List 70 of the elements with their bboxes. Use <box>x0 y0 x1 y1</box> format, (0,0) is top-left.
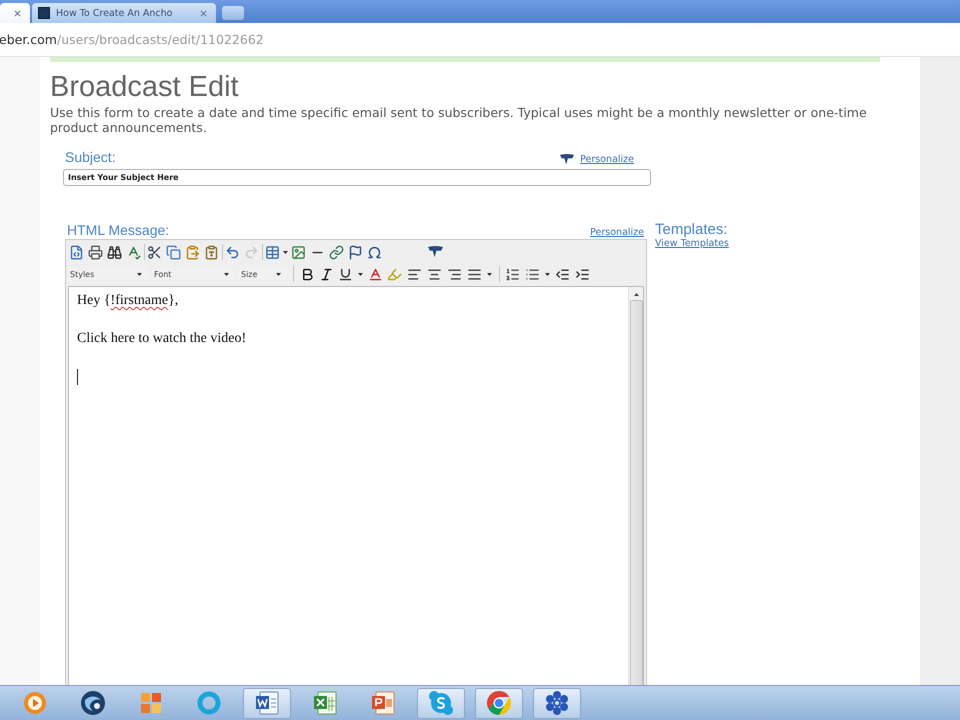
wedge-icon <box>428 246 443 258</box>
caret-icon <box>487 272 492 276</box>
subject-field[interactable]: Insert Your Subject Here <box>63 169 651 186</box>
clipboard-icon[interactable] <box>204 244 219 260</box>
message-text: Hey {!firstname}, <box>77 293 178 309</box>
text-cursor <box>77 369 78 385</box>
spellcheck-icon[interactable] <box>126 244 141 260</box>
taskbar-button[interactable] <box>417 688 465 718</box>
code-file-icon[interactable] <box>69 244 84 260</box>
swirl-icon[interactable] <box>80 690 106 716</box>
printer-icon[interactable] <box>88 244 103 260</box>
caret-icon <box>545 272 550 276</box>
document-icon <box>255 691 279 715</box>
caret-icon <box>283 250 288 254</box>
bulleted-list-icon[interactable] <box>525 266 540 282</box>
image-icon[interactable] <box>291 244 306 260</box>
scrollbar[interactable] <box>628 287 643 685</box>
spreadsheet-icon[interactable] <box>313 691 337 715</box>
close-icon[interactable] <box>13 8 22 18</box>
subject-label: Subject: <box>64 149 116 165</box>
address-field[interactable]: eber.com/users/broadcasts/edit/11022662 <box>0 32 264 47</box>
templates-label: Templates: <box>655 222 728 238</box>
scroll-thumb[interactable] <box>630 300 642 685</box>
indent-icon[interactable] <box>575 266 590 282</box>
wedge-icon <box>560 154 574 165</box>
caret-icon <box>224 272 229 276</box>
message-editor[interactable]: Hey {!firstname}, Click here to watch the video! <box>68 286 644 685</box>
page-description: Use this form to create a date and time specific email sent to subscribers. Typical uses might be a monthly newsletter or one-time product announcements. <box>50 105 868 135</box>
flag-icon[interactable] <box>348 244 363 260</box>
browser-tab[interactable]: How To Create An Ancho <box>32 3 216 23</box>
personalize-link[interactable]: Personalize <box>590 227 644 238</box>
caret-up-icon <box>634 293 638 296</box>
align-center-icon[interactable] <box>427 266 442 282</box>
browser-tab[interactable] <box>0 3 30 23</box>
underline-icon[interactable] <box>338 266 353 282</box>
align-left-icon[interactable] <box>407 266 422 282</box>
play-icon[interactable] <box>23 691 47 715</box>
close-icon[interactable] <box>199 8 208 18</box>
text-color-icon[interactable] <box>368 266 383 282</box>
favicon-icon <box>38 7 50 19</box>
message-label: HTML Message: <box>66 222 170 238</box>
omega-icon[interactable] <box>367 244 382 260</box>
flower-icon <box>544 690 570 716</box>
undo-icon[interactable] <box>225 244 240 260</box>
caret-icon <box>137 272 142 276</box>
align-right-icon[interactable] <box>447 266 462 282</box>
link-icon[interactable] <box>329 244 344 260</box>
numbered-list-icon[interactable] <box>505 266 520 282</box>
caret-icon <box>358 272 363 276</box>
copy-icon[interactable] <box>166 244 181 260</box>
slides-icon[interactable] <box>371 691 395 715</box>
cloud-icon <box>428 690 454 716</box>
caret-icon <box>276 272 281 276</box>
italic-icon[interactable] <box>319 266 334 282</box>
taskbar-button[interactable] <box>475 688 523 718</box>
outdent-icon[interactable] <box>555 266 570 282</box>
binoculars-icon[interactable] <box>107 244 122 260</box>
taskbar-button[interactable] <box>243 688 291 718</box>
taskbar-button[interactable] <box>533 688 581 718</box>
table-icon[interactable] <box>265 244 280 260</box>
tiles-icon[interactable] <box>140 692 162 714</box>
clipboard-icon[interactable] <box>185 244 200 260</box>
personalize-link[interactable]: Personalize <box>580 154 634 165</box>
bold-icon[interactable] <box>300 266 315 282</box>
view-templates-link[interactable]: View Templates <box>655 238 729 249</box>
message-text: Click here to watch the video! <box>77 331 246 347</box>
scissors-icon[interactable] <box>147 244 162 260</box>
circle-logo-icon <box>486 690 512 716</box>
page-title: Broadcast Edit <box>50 71 239 103</box>
align-justify-icon[interactable] <box>467 266 482 282</box>
